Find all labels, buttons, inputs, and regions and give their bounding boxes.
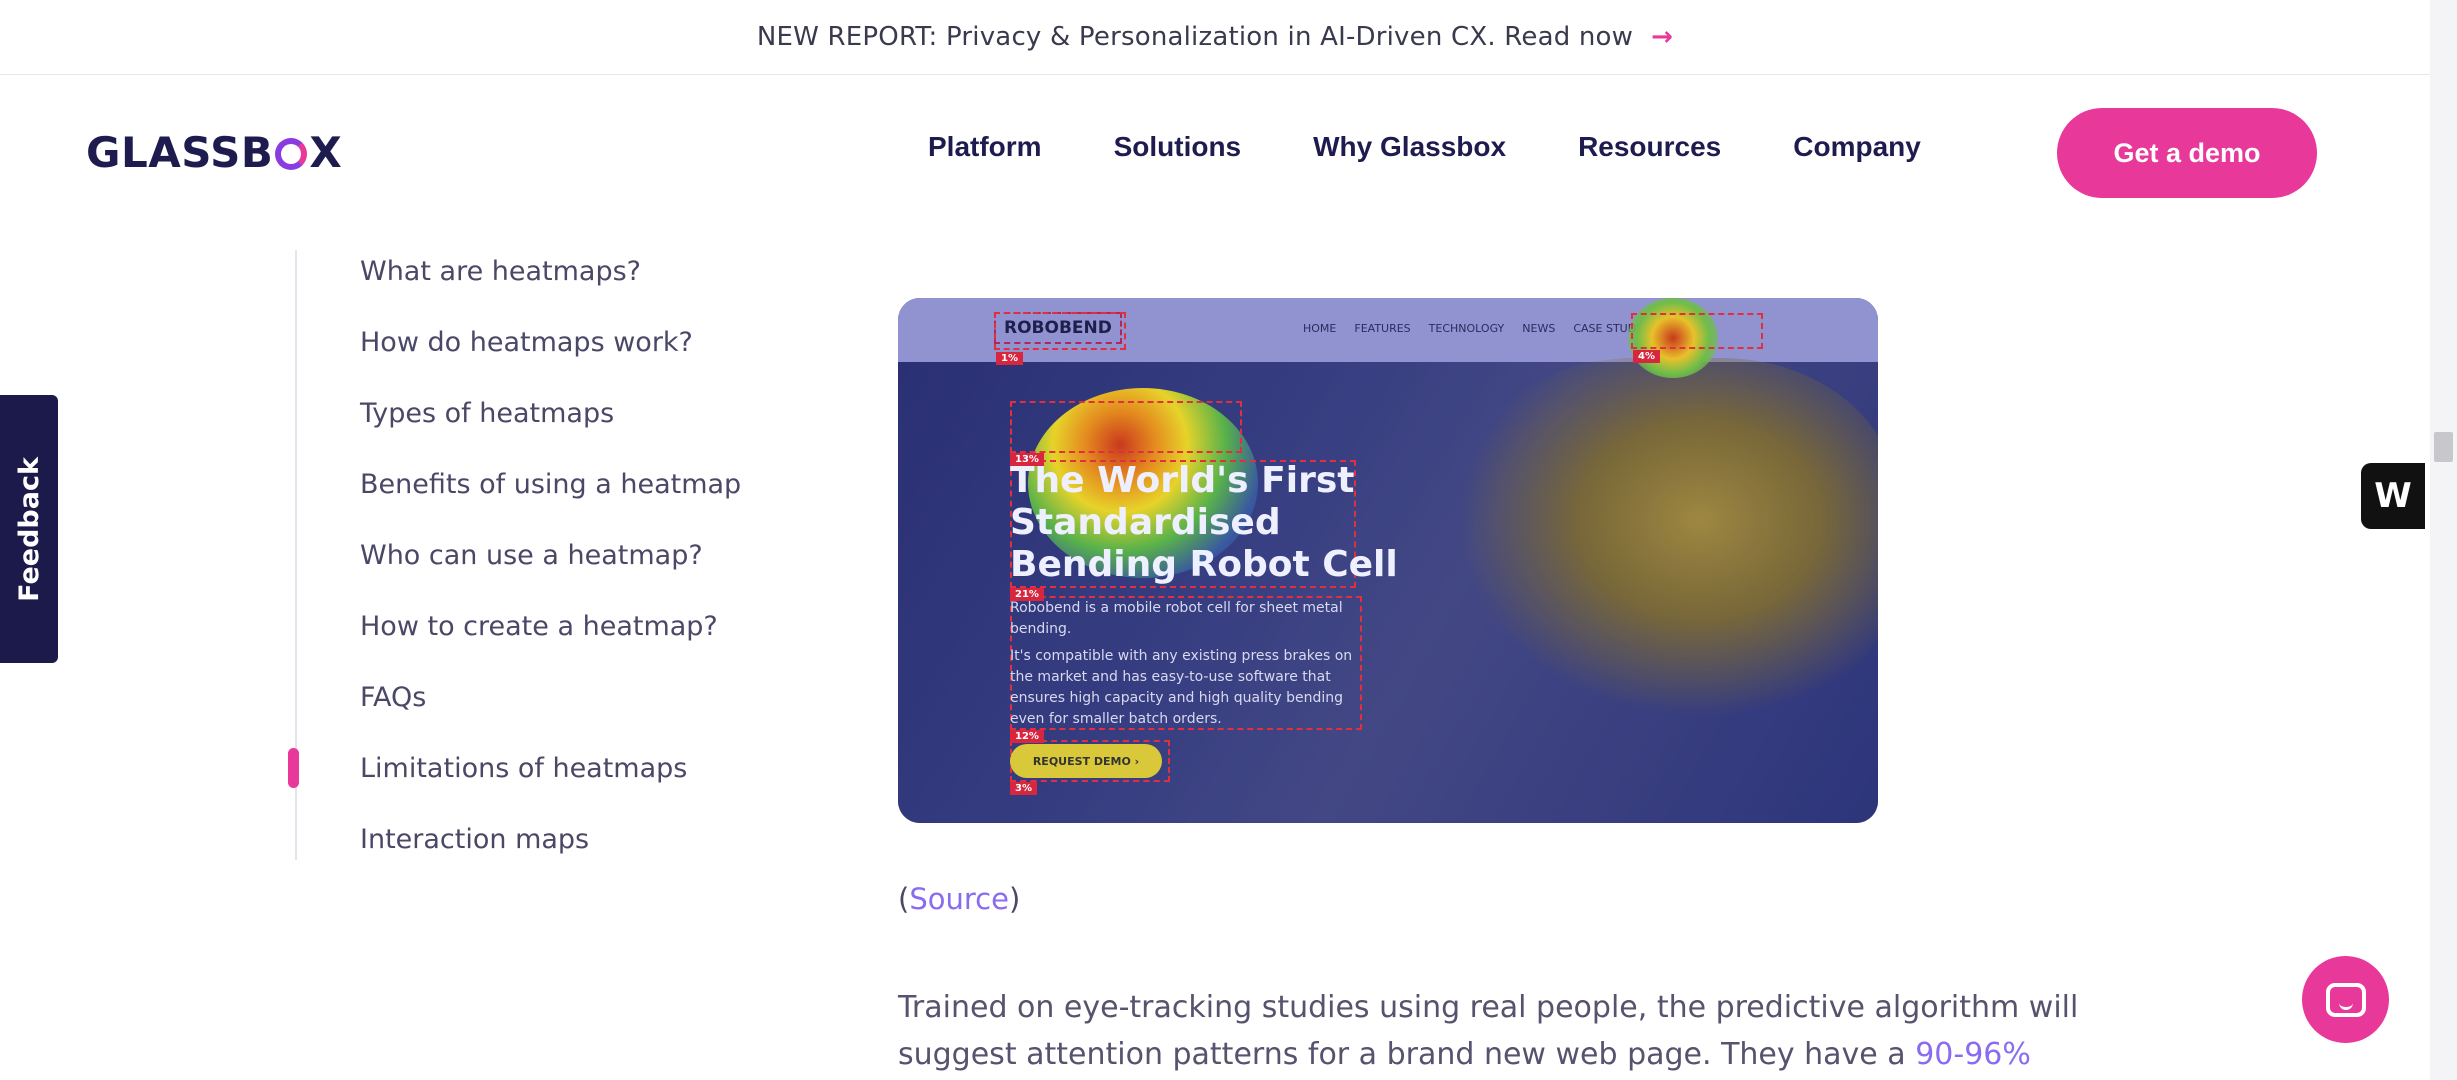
nav-resources[interactable]: Resources bbox=[1578, 131, 1721, 163]
image-percent-badge: 12% bbox=[1010, 730, 1044, 743]
source-close-paren: ) bbox=[1008, 882, 1021, 916]
logo-o-icon bbox=[275, 137, 308, 170]
chat-icon bbox=[2325, 982, 2366, 1017]
image-attention-box bbox=[1631, 313, 1763, 349]
toc-item-types-of-heatmaps[interactable]: Types of heatmaps bbox=[360, 394, 741, 465]
get-demo-button[interactable]: Get a demo bbox=[2057, 108, 2317, 198]
image-percent-badge: 13% bbox=[1010, 453, 1044, 466]
chat-launcher-button[interactable] bbox=[2302, 956, 2389, 1043]
image-headline-line: Bending Robot Cell bbox=[1010, 544, 1398, 585]
main-nav: Platform Solutions Why Glassbox Resource… bbox=[928, 131, 1993, 163]
image-percent-badge: 1% bbox=[996, 352, 1023, 365]
glassbox-logo[interactable]: GLASSB X bbox=[86, 128, 342, 177]
toc-item-how-do-heatmaps-work[interactable]: How do heatmaps work? bbox=[360, 323, 741, 394]
image-paragraph-line: It's compatible with any existing press … bbox=[1010, 648, 1353, 727]
page-scrollbar[interactable] bbox=[2430, 0, 2457, 1080]
source-link[interactable]: Source bbox=[909, 882, 1009, 916]
feedback-label: Feedback bbox=[13, 456, 45, 602]
scrollbar-thumb[interactable] bbox=[2434, 432, 2453, 462]
heatmap-example-image: ROBOBEND HOME FEATURES TECHNOLOGY NEWS C… bbox=[898, 298, 1878, 823]
toc-item-who-can-use[interactable]: Who can use a heatmap? bbox=[360, 536, 741, 607]
image-percent-badge: 4% bbox=[1633, 350, 1660, 363]
toc-active-marker bbox=[288, 748, 299, 788]
faded-text-remnant bbox=[898, 222, 1718, 236]
arrow-right-icon[interactable]: → bbox=[1651, 22, 1673, 52]
toc-item-interaction-maps[interactable]: Interaction maps bbox=[360, 820, 741, 891]
article-paragraph: Trained on eye-tracking studies using re… bbox=[898, 984, 2098, 1078]
side-widget-w-icon[interactable]: W bbox=[2361, 463, 2425, 529]
image-source-caption: (Source) bbox=[898, 882, 1020, 916]
logo-text-end: X bbox=[309, 128, 343, 177]
table-of-contents: What are heatmaps? How do heatmaps work?… bbox=[360, 252, 741, 891]
feedback-tab[interactable]: Feedback bbox=[0, 395, 58, 663]
image-percent-badge: 3% bbox=[1010, 782, 1037, 795]
accuracy-link[interactable]: 90-96% bbox=[1915, 1037, 2031, 1072]
announcement-text[interactable]: NEW REPORT: Privacy & Personalization in… bbox=[757, 22, 1633, 52]
nav-company[interactable]: Company bbox=[1793, 131, 1921, 163]
image-paragraph: Robobend is a mobile robot cell for shee… bbox=[1010, 598, 1370, 730]
image-headline-line: The World's First bbox=[1010, 460, 1355, 501]
image-attention-box bbox=[994, 312, 1126, 350]
nav-why-glassbox[interactable]: Why Glassbox bbox=[1313, 131, 1506, 163]
site-header: GLASSB X Platform Solutions Why Glassbox … bbox=[0, 76, 2430, 231]
announcement-bar[interactable]: NEW REPORT: Privacy & Personalization in… bbox=[0, 0, 2430, 75]
nav-platform[interactable]: Platform bbox=[928, 131, 1042, 163]
toc-item-what-are-heatmaps[interactable]: What are heatmaps? bbox=[360, 252, 741, 323]
image-paragraph-line: Robobend is a mobile robot cell for shee… bbox=[1010, 600, 1343, 637]
logo-text-start: GLASSB bbox=[86, 128, 274, 177]
image-headline: The World's First Standardised Bending R… bbox=[1010, 460, 1398, 586]
toc-item-benefits[interactable]: Benefits of using a heatmap bbox=[360, 465, 741, 536]
image-percent-badge: 21% bbox=[1010, 588, 1044, 601]
nav-solutions[interactable]: Solutions bbox=[1114, 131, 1242, 163]
image-demo-button: REQUEST DEMO › bbox=[1010, 744, 1162, 778]
image-attention-box bbox=[1010, 401, 1242, 453]
toc-item-faqs[interactable]: FAQs bbox=[360, 678, 741, 749]
toc-item-limitations[interactable]: Limitations of heatmaps bbox=[360, 749, 741, 820]
toc-item-how-to-create[interactable]: How to create a heatmap? bbox=[360, 607, 741, 678]
source-open-paren: ( bbox=[898, 882, 910, 916]
image-headline-line: Standardised bbox=[1010, 502, 1281, 543]
article-paragraph-text: Trained on eye-tracking studies using re… bbox=[898, 990, 2079, 1072]
